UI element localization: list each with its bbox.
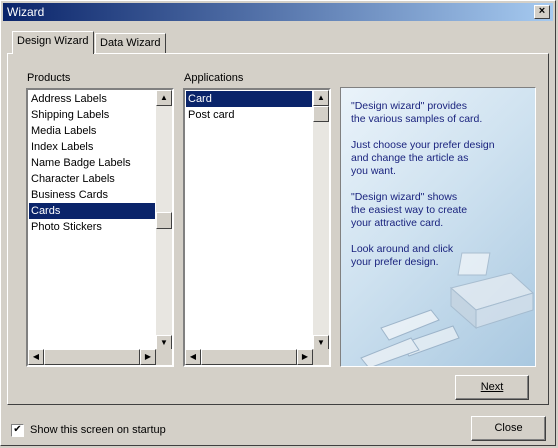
scroll-up-icon[interactable]: ▲ (156, 90, 172, 106)
products-hscrollbar[interactable]: ◀ ▶ (28, 349, 156, 365)
startup-checkbox[interactable]: ✔ (11, 424, 24, 437)
close-button[interactable]: Close (471, 416, 546, 441)
scroll-corner (313, 349, 329, 365)
next-button-label: Next (480, 381, 504, 393)
next-button[interactable]: Next (455, 375, 529, 400)
products-vscrollbar[interactable]: ▲ ▼ (156, 90, 172, 351)
products-hscroll-thumb[interactable] (44, 349, 140, 365)
list-item[interactable]: Address Labels (29, 91, 155, 107)
scroll-right-icon[interactable]: ▶ (297, 349, 313, 365)
applications-hscroll-thumb[interactable] (201, 349, 297, 365)
printer-illustration (360, 252, 534, 366)
applications-hscrollbar[interactable]: ◀ ▶ (185, 349, 313, 365)
applications-list: Card Post card (186, 91, 312, 123)
products-listbox[interactable]: Address Labels Shipping Labels Media Label… (26, 88, 174, 367)
list-item[interactable]: Photo Stickers (29, 219, 155, 235)
scroll-corner (156, 349, 172, 365)
title-bar: Wizard × (3, 3, 553, 21)
applications-scroll-thumb[interactable] (313, 106, 329, 122)
scroll-left-icon[interactable]: ◀ (28, 349, 44, 365)
list-item[interactable]: Index Labels (29, 139, 155, 155)
info-panel: "Design wizard" provides the various sam… (340, 87, 536, 367)
list-item[interactable]: Media Labels (29, 123, 155, 139)
startup-checkbox-label: Show this screen on startup (30, 424, 166, 436)
scroll-up-icon[interactable]: ▲ (313, 90, 329, 106)
tab-design-wizard-label: Design Wizard (17, 35, 89, 47)
close-button-label: Close (494, 422, 523, 434)
list-item[interactable]: Shipping Labels (29, 107, 155, 123)
applications-vscrollbar[interactable]: ▲ ▼ (313, 90, 329, 351)
products-scroll-thumb[interactable] (156, 212, 172, 229)
list-item[interactable]: Cards (29, 203, 155, 219)
list-item[interactable]: Character Labels (29, 171, 155, 187)
applications-label: Applications (184, 72, 244, 84)
list-item[interactable]: Business Cards (29, 187, 155, 203)
scroll-right-icon[interactable]: ▶ (140, 349, 156, 365)
tab-data-wizard-label: Data Wizard (100, 37, 161, 49)
applications-listbox[interactable]: Card Post card ▲ ▼ ◀ ▶ (183, 88, 331, 367)
products-label: Products (27, 72, 71, 84)
list-item[interactable]: Name Badge Labels (29, 155, 155, 171)
list-item[interactable]: Card (186, 91, 312, 107)
products-list: Address Labels Shipping Labels Media Label… (29, 91, 155, 235)
tab-data-wizard[interactable]: Data Wizard (95, 33, 166, 53)
list-item[interactable]: Post card (186, 107, 312, 123)
window-title: Wizard (7, 5, 45, 19)
close-window-icon[interactable]: × (534, 5, 550, 19)
scroll-left-icon[interactable]: ◀ (185, 349, 201, 365)
tab-design-wizard[interactable]: Design Wizard (12, 31, 94, 54)
